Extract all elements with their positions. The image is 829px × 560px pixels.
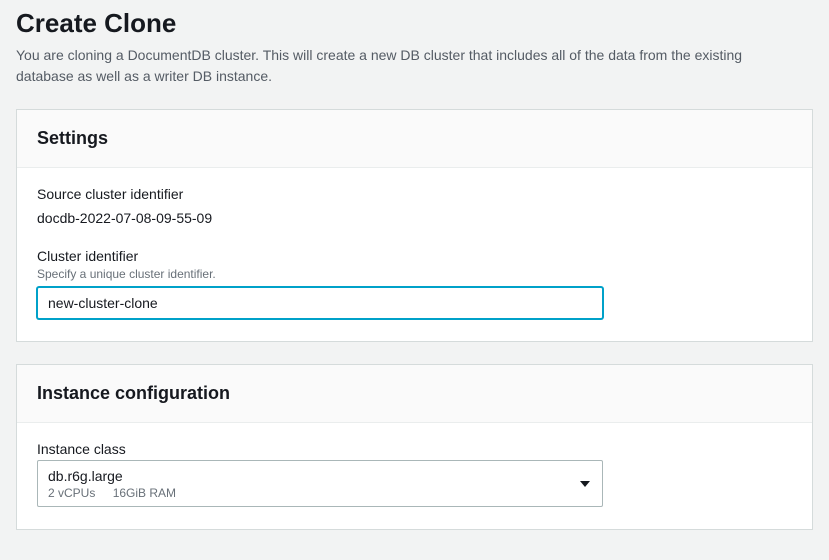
source-cluster-label: Source cluster identifier xyxy=(37,186,792,202)
instance-class-cpu: 2 vCPUs xyxy=(48,486,95,500)
settings-panel-header: Settings xyxy=(17,110,812,168)
cluster-identifier-label: Cluster identifier xyxy=(37,248,792,264)
cluster-identifier-field: Cluster identifier Specify a unique clus… xyxy=(37,248,792,319)
instance-class-label: Instance class xyxy=(37,441,792,457)
instance-config-header: Instance configuration xyxy=(17,365,812,423)
page-title: Create Clone xyxy=(16,8,813,39)
source-cluster-field: Source cluster identifier docdb-2022-07-… xyxy=(37,186,792,226)
instance-class-selected-specs: 2 vCPUs 16GiB RAM xyxy=(48,486,566,500)
chevron-down-icon xyxy=(580,481,590,487)
instance-class-select[interactable]: db.r6g.large 2 vCPUs 16GiB RAM xyxy=(37,460,603,507)
instance-class-field: Instance class db.r6g.large 2 vCPUs 16Gi… xyxy=(37,441,792,507)
instance-class-selected-name: db.r6g.large xyxy=(48,467,566,485)
instance-config-body: Instance class db.r6g.large 2 vCPUs 16Gi… xyxy=(17,423,812,529)
cluster-identifier-hint: Specify a unique cluster identifier. xyxy=(37,267,792,281)
cluster-identifier-input[interactable] xyxy=(37,287,603,319)
instance-class-ram: 16GiB RAM xyxy=(113,486,176,500)
instance-config-panel: Instance configuration Instance class db… xyxy=(16,364,813,530)
settings-panel: Settings Source cluster identifier docdb… xyxy=(16,109,813,342)
source-cluster-value: docdb-2022-07-08-09-55-09 xyxy=(37,210,792,226)
page-description: You are cloning a DocumentDB cluster. Th… xyxy=(16,45,796,87)
settings-panel-body: Source cluster identifier docdb-2022-07-… xyxy=(17,168,812,341)
